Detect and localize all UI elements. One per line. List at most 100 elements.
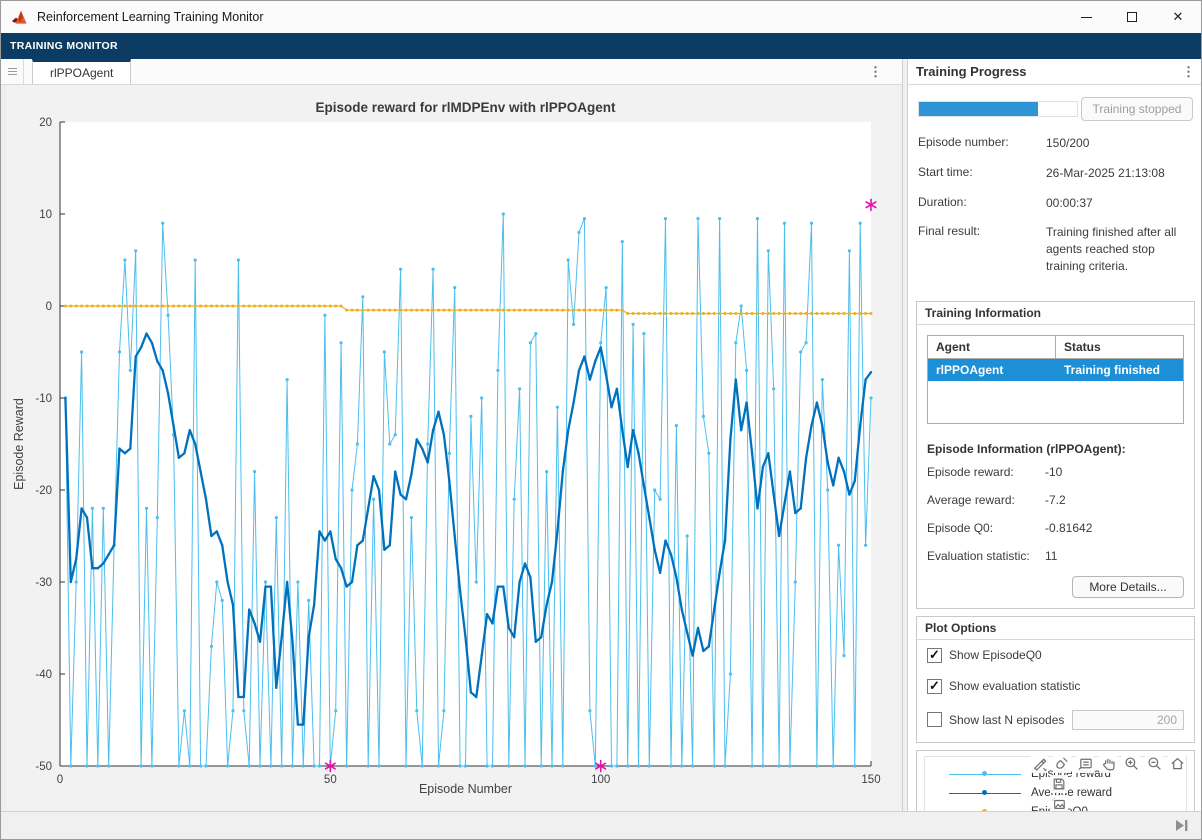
legend-panel: Episode reward Average reward EpisodeQ0 … — [916, 750, 1195, 813]
svg-text:Episode Reward: Episode Reward — [12, 398, 26, 490]
show-last-n-episodes-checkbox[interactable] — [927, 712, 942, 727]
title-bar: Reinforcement Learning Training Monitor … — [1, 1, 1201, 33]
svg-text:0: 0 — [46, 301, 52, 313]
plot-options-panel: Plot Options Show EpisodeQ0 Show evaluat… — [916, 616, 1195, 743]
svg-text:-50: -50 — [35, 761, 52, 773]
tab-label: rlPPOAgent — [50, 66, 113, 80]
close-button[interactable]: ✕ — [1155, 1, 1201, 33]
episode-number-row: Episode number: 150/200 — [918, 135, 1193, 152]
show-episodeq0-row: Show EpisodeQ0 — [917, 640, 1194, 671]
status-cell: Training finished — [1056, 359, 1183, 381]
duration-label: Duration: — [918, 195, 1046, 212]
start-time-value: 26-Mar-2025 21:13:08 — [1046, 165, 1193, 182]
episode-information-title: Episode Information (rlPPOAgent): — [917, 434, 1194, 458]
matlab-logo-icon — [11, 9, 29, 25]
svg-text:-30: -30 — [35, 577, 52, 589]
svg-text:-20: -20 — [35, 485, 52, 497]
table-header-row: Agent Status — [928, 336, 1183, 359]
average-reward-value: -7.2 — [1045, 493, 1066, 507]
svg-text:-10: -10 — [35, 393, 52, 405]
skip-to-end-icon[interactable] — [1175, 819, 1189, 832]
more-details-button[interactable]: More Details... — [1072, 576, 1184, 598]
minimize-icon — [1081, 17, 1092, 18]
document-bar-icon[interactable] — [1, 59, 24, 84]
save-figure-icon[interactable] — [1050, 775, 1068, 793]
svg-text:150: 150 — [861, 774, 880, 786]
datatips-icon[interactable] — [1076, 755, 1094, 773]
show-evaluation-statistic-row: Show evaluation statistic — [917, 671, 1194, 702]
svg-text:0: 0 — [57, 774, 63, 786]
legend-label: Average reward — [1031, 787, 1112, 799]
agent-cell: rlPPOAgent — [928, 359, 1056, 381]
axes-toolbar — [1030, 755, 1186, 773]
show-last-n-episodes-label: Show last N episodes — [949, 713, 1064, 727]
figure-area: 20100-10-20-30-40-50050100150Episode rew… — [1, 85, 902, 813]
maximize-icon — [1127, 12, 1137, 22]
window-title: Reinforcement Learning Training Monitor — [37, 10, 264, 24]
bars-icon — [8, 66, 17, 77]
duration-value: 00:00:37 — [1046, 195, 1193, 212]
status-bar — [1, 811, 1201, 839]
start-time-row: Start time: 26-Mar-2025 21:13:08 — [918, 165, 1193, 182]
episode-q0-row: Episode Q0: -0.81642 — [917, 514, 1194, 542]
evaluation-statistic-row: Evaluation statistic: 11 — [917, 542, 1194, 570]
training-progress-title: Training Progress — [916, 64, 1027, 79]
svg-text:100: 100 — [591, 774, 610, 786]
training-progress-content: Training stopped Episode number: 150/200… — [908, 85, 1202, 294]
show-evaluation-statistic-checkbox[interactable] — [927, 679, 942, 694]
zoom-in-icon[interactable] — [1122, 755, 1140, 773]
svg-text:50: 50 — [324, 774, 337, 786]
progress-bar-fill — [919, 102, 1038, 116]
export-menu-stack — [1050, 775, 1068, 813]
final-result-value: Training finished after all agents reach… — [1046, 224, 1193, 274]
panel-kebab-menu-icon[interactable]: ⋮ — [1182, 64, 1195, 80]
restore-view-icon[interactable] — [1168, 755, 1186, 773]
svg-text:Episode Number: Episode Number — [419, 782, 512, 796]
svg-text:10: 10 — [39, 209, 52, 221]
pan-icon[interactable] — [1099, 755, 1117, 773]
last-n-episodes-input — [1072, 710, 1184, 730]
reward-chart: 20100-10-20-30-40-50050100150Episode rew… — [7, 85, 900, 813]
tab-rlppoagent[interactable]: rlPPOAgent — [32, 59, 131, 84]
plot-options-title: Plot Options — [917, 617, 1194, 640]
maximize-button[interactable] — [1109, 1, 1155, 33]
brush-icon[interactable] — [1053, 755, 1071, 773]
show-last-n-episodes-row: Show last N episodes — [917, 702, 1194, 742]
svg-text:-40: -40 — [35, 669, 52, 681]
agent-status-table: Agent Status rlPPOAgent Training finishe… — [927, 335, 1184, 424]
tab-kebab-menu-icon[interactable]: ⋮ — [869, 59, 882, 85]
toolstrip-ribbon: TRAINING MONITOR — [1, 33, 1201, 59]
close-icon: ✕ — [1173, 9, 1184, 25]
svg-text:Episode reward for rlMDPEnv wi: Episode reward for rlMDPEnv with rlPPOAg… — [315, 100, 616, 115]
training-progress-panel: Training Progress ⋮ Training stopped Epi… — [908, 59, 1202, 813]
average-reward-label: Average reward: — [927, 493, 1045, 507]
app-window: Reinforcement Learning Training Monitor … — [0, 0, 1202, 840]
training-information-panel: Training Information Agent Status rlPPOA… — [916, 301, 1195, 609]
episode-number-value: 150/200 — [1046, 135, 1193, 152]
show-evaluation-statistic-label: Show evaluation statistic — [949, 679, 1080, 693]
show-episodeq0-checkbox[interactable] — [927, 648, 942, 663]
training-progress-bar — [918, 101, 1078, 117]
average-reward-swatch — [949, 788, 1021, 798]
evaluation-statistic-label: Evaluation statistic: — [927, 549, 1045, 563]
training-progress-header: Training Progress ⋮ — [908, 59, 1202, 85]
document-column: rlPPOAgent ⋮ 20100-10-20-30-40-500501001… — [1, 59, 902, 813]
episode-reward-label: Episode reward: — [927, 465, 1045, 479]
tab-strip: rlPPOAgent ⋮ — [1, 59, 902, 85]
average-reward-row: Average reward: -7.2 — [917, 486, 1194, 514]
final-result-row: Final result: Training finished after al… — [918, 224, 1193, 274]
status-column-header: Status — [1056, 336, 1183, 358]
show-episodeq0-label: Show EpisodeQ0 — [949, 648, 1042, 662]
episode-q0-value: -0.81642 — [1045, 521, 1092, 535]
minimize-button[interactable] — [1063, 1, 1109, 33]
training-information-title: Training Information — [917, 302, 1194, 325]
export-icon[interactable] — [1030, 755, 1048, 773]
training-stopped-button: Training stopped — [1081, 97, 1193, 121]
duration-row: Duration: 00:00:37 — [918, 195, 1193, 212]
ribbon-label: TRAINING MONITOR — [1, 40, 118, 52]
episode-q0-label: Episode Q0: — [927, 521, 1045, 535]
evaluation-statistic-value: 11 — [1045, 549, 1057, 563]
zoom-out-icon[interactable] — [1145, 755, 1163, 773]
table-row[interactable]: rlPPOAgent Training finished — [928, 359, 1183, 381]
episode-reward-swatch — [949, 769, 1021, 779]
